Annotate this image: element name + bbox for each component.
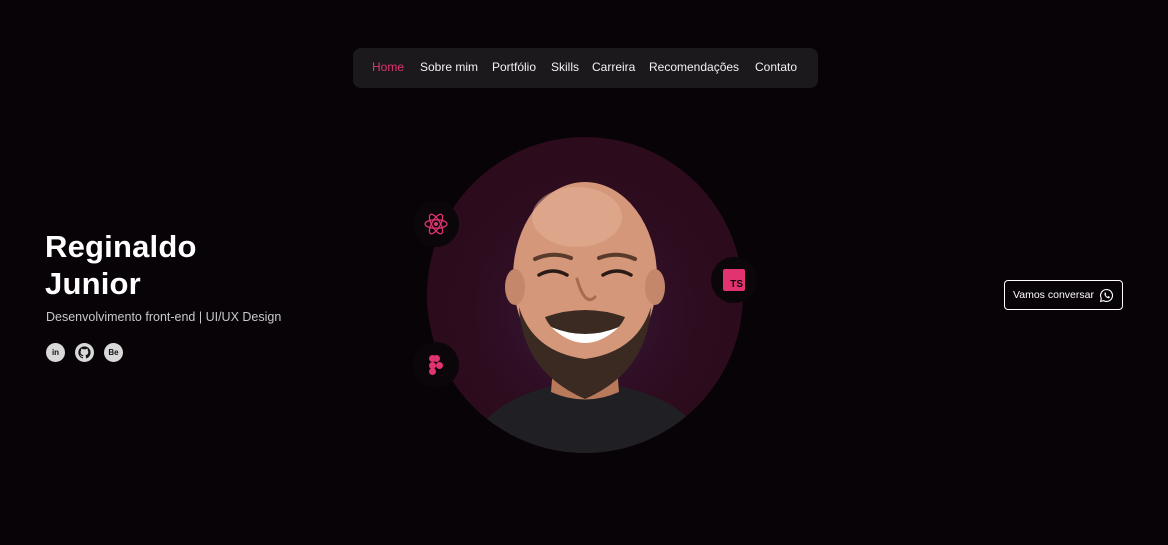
nav-contato[interactable]: Contato xyxy=(755,60,797,74)
figma-icon xyxy=(429,355,443,375)
nav-skills[interactable]: Skills xyxy=(551,60,579,74)
social-links: in Be xyxy=(46,343,123,362)
nav-home[interactable]: Home xyxy=(372,60,404,74)
whatsapp-icon xyxy=(1099,288,1113,302)
github-icon[interactable] xyxy=(75,343,94,362)
typescript-icon: TS xyxy=(723,269,745,291)
nav-recomendacoes[interactable]: Recomendações xyxy=(649,60,739,74)
typescript-label: TS xyxy=(730,279,743,290)
main-nav: Home Sobre mim Portfólio Skills Carreira… xyxy=(353,48,818,88)
vamos-conversar-button[interactable]: Vamos conversar xyxy=(1004,280,1123,310)
nav-portfolio[interactable]: Portfólio xyxy=(492,60,536,74)
linkedin-icon[interactable]: in xyxy=(46,343,65,362)
profile-photo xyxy=(427,137,743,453)
hero-last-name: Junior xyxy=(45,266,141,301)
hero-name: Reginaldo Junior xyxy=(45,228,197,302)
hero-subtitle: Desenvolvimento front-end | UI/UX Design xyxy=(46,310,282,324)
cta-label: Vamos conversar xyxy=(1013,289,1094,301)
nav-carreira[interactable]: Carreira xyxy=(592,60,635,74)
react-icon xyxy=(424,213,448,235)
behance-icon[interactable]: Be xyxy=(104,343,123,362)
react-badge xyxy=(413,201,459,247)
typescript-badge: TS xyxy=(711,257,757,303)
figma-badge xyxy=(413,342,459,388)
nav-sobre-mim[interactable]: Sobre mim xyxy=(420,60,478,74)
hero-first-name: Reginaldo xyxy=(45,229,197,264)
